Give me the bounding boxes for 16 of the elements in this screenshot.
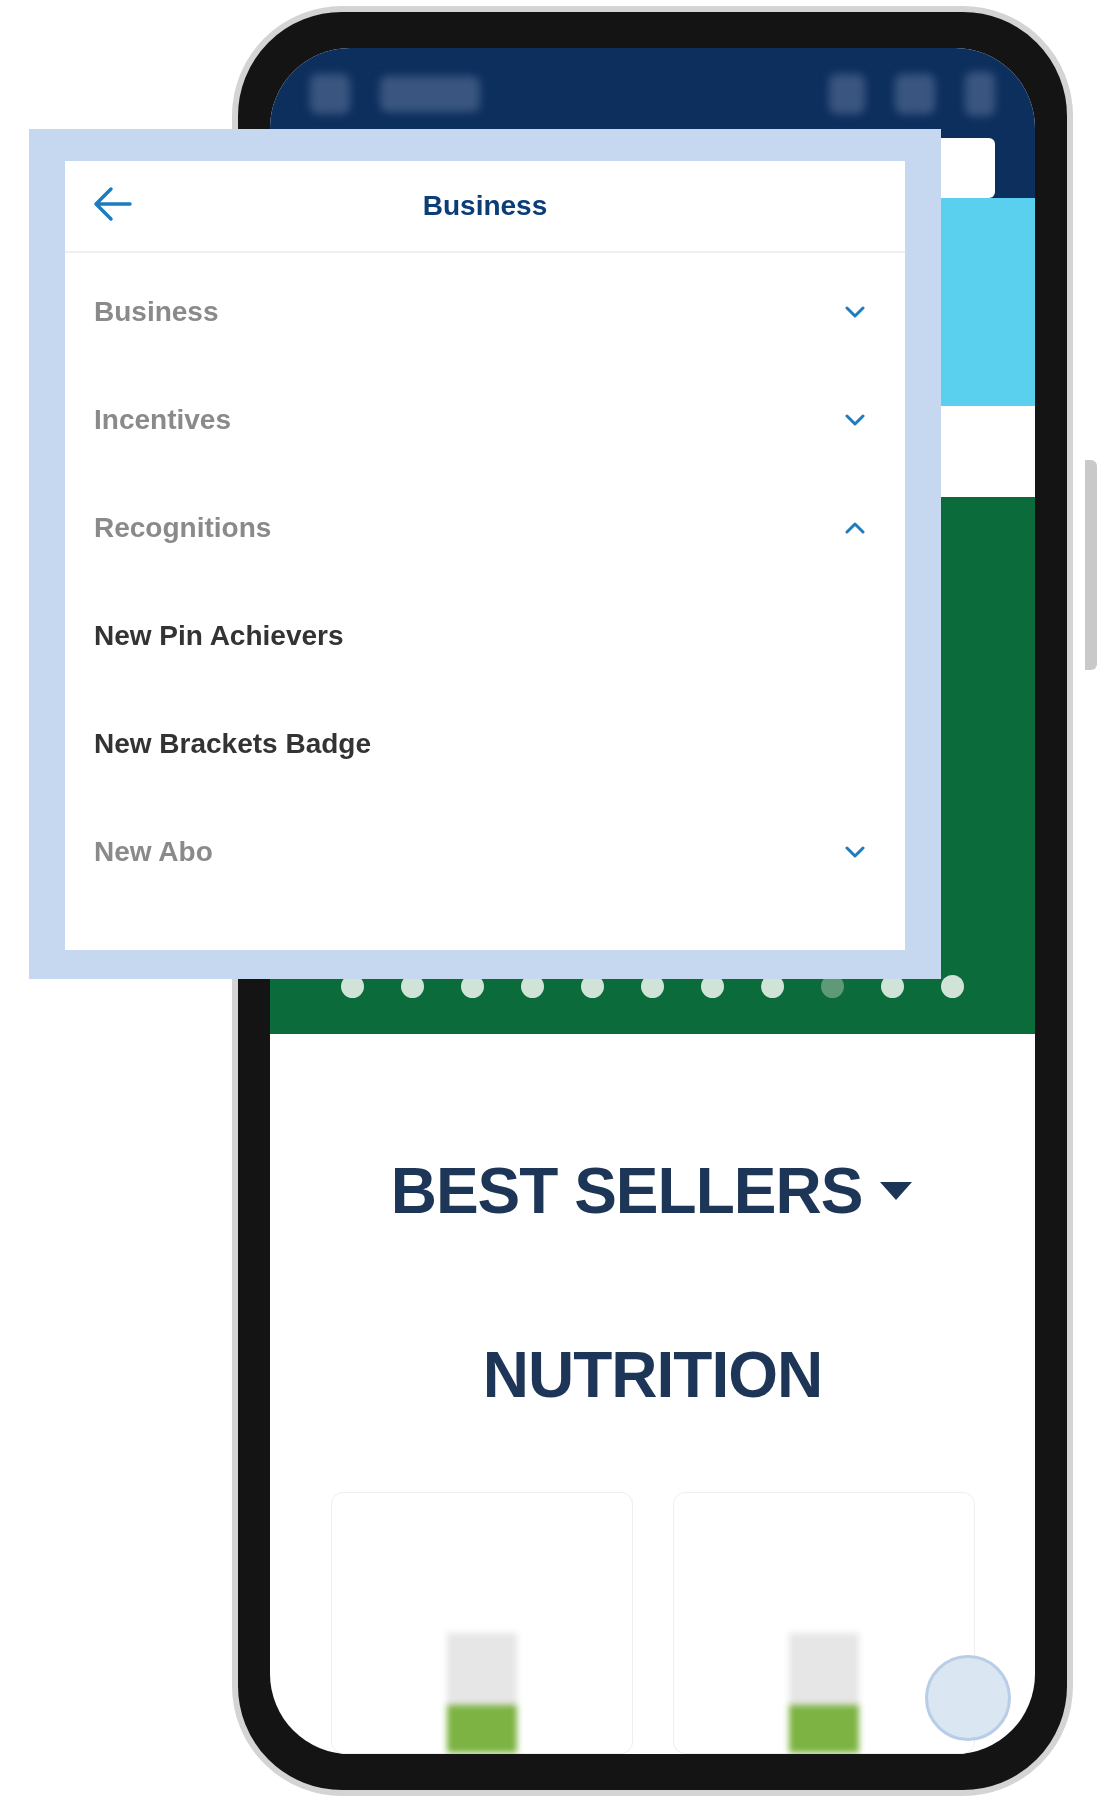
menu-group-item[interactable]: Business xyxy=(65,258,905,366)
back-arrow-icon[interactable] xyxy=(93,186,133,222)
chevron-icon xyxy=(845,522,865,534)
menu-group-item[interactable]: Recognitions xyxy=(65,474,905,582)
menu-link-item[interactable]: New Brackets Badge xyxy=(65,690,905,798)
menu-group-item[interactable]: New Abo xyxy=(65,798,905,906)
section-title: NUTRITION xyxy=(482,1338,823,1412)
menu-group-item[interactable]: Incentives xyxy=(65,366,905,474)
chevron-icon xyxy=(845,306,865,318)
menu-link-item[interactable]: New Pin Achievers xyxy=(65,582,905,690)
chevron-icon xyxy=(845,414,865,426)
carousel-dot[interactable] xyxy=(941,975,964,998)
section-title[interactable]: BEST SELLERS xyxy=(390,1154,863,1228)
menu-title: Business xyxy=(422,190,548,222)
chevron-icon xyxy=(845,846,865,858)
caret-icon xyxy=(878,1180,915,1202)
